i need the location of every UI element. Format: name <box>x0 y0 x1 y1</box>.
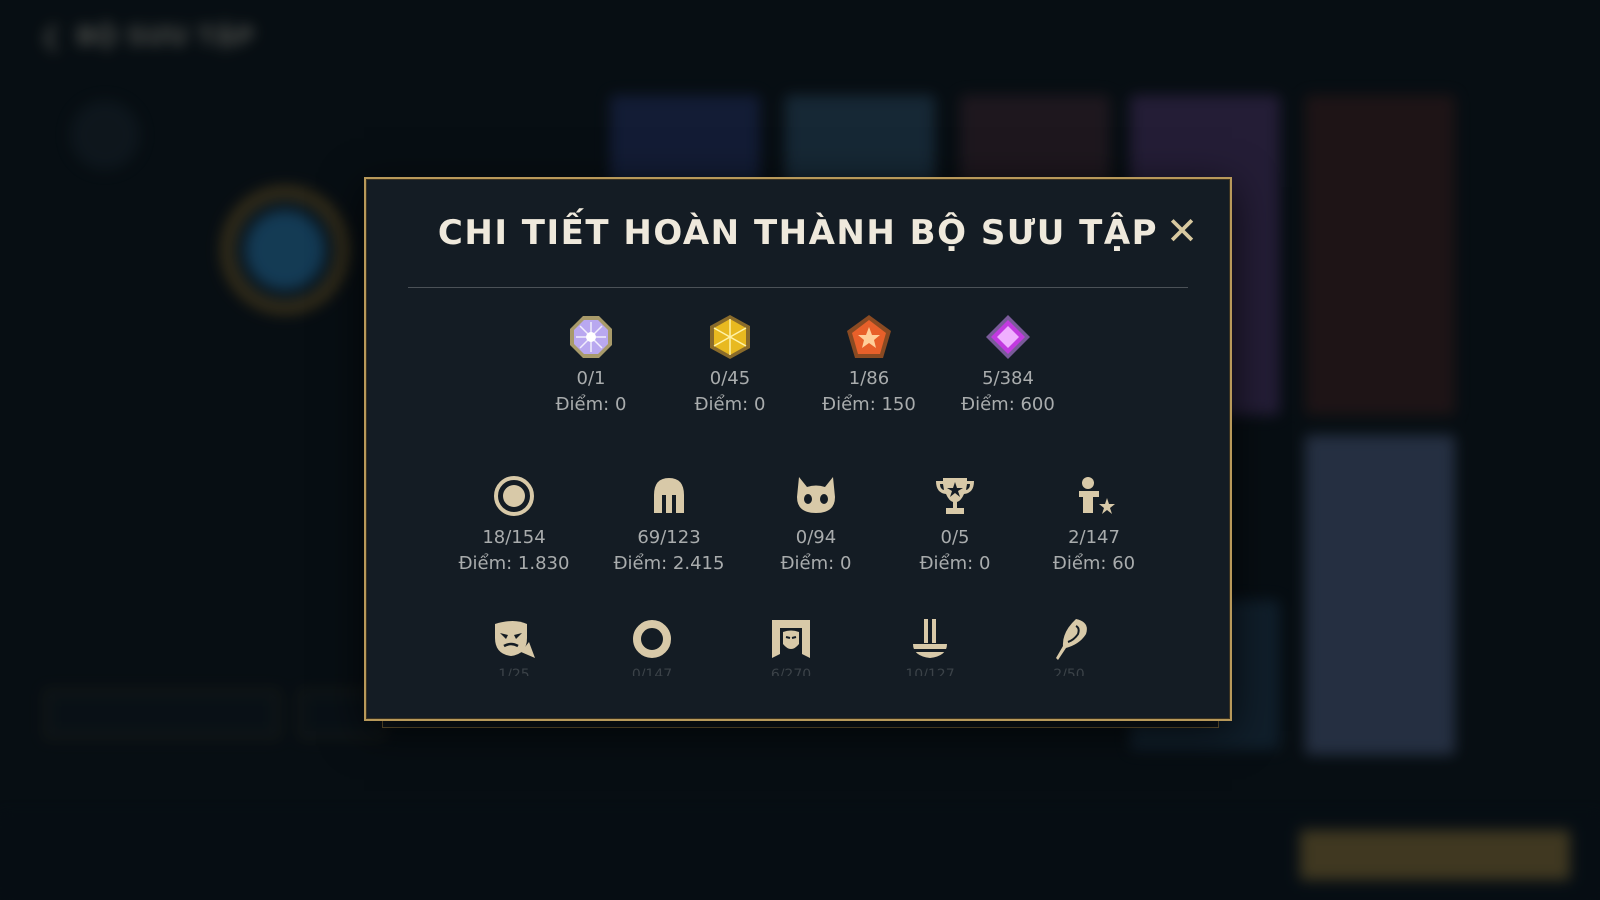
person-star-icon <box>1079 477 1115 514</box>
item-score: Điểm: 150 <box>822 394 916 415</box>
item-count: 0/94 <box>795 527 837 548</box>
item-count: 0/45 <box>709 368 751 389</box>
collection-item: 1/25 <box>439 616 589 676</box>
collection-item: 0/45 Điểm: 0 <box>655 314 805 418</box>
close-button[interactable]: ✕ <box>1162 211 1202 251</box>
collection-item: 10/127 <box>855 616 1005 676</box>
item-count: 1/86 <box>848 368 890 389</box>
ring-icon <box>633 620 671 658</box>
item-score: Điểm: 0 <box>694 394 766 415</box>
collection-item: 2/147 Điểm: 60 <box>1019 473 1169 577</box>
item-score: Điểm: 60 <box>1052 553 1136 574</box>
collection-item: 0/147 <box>577 616 727 676</box>
helmet-icon <box>654 478 684 513</box>
collection-item: 2/50 <box>994 616 1144 676</box>
creature-face-icon <box>797 477 835 513</box>
item-count: 0/147 <box>631 668 673 676</box>
item-count: 5/384 <box>982 368 1034 389</box>
diamond-gem-icon <box>986 315 1030 359</box>
item-count: 0/5 <box>940 527 970 548</box>
modal-bottom-edge <box>382 720 1219 728</box>
ward-icon <box>911 619 949 658</box>
item-score: Điểm: 1.830 <box>458 553 570 574</box>
collection-item: 0/5 Điểm: 0 <box>880 473 1030 577</box>
mask-icon <box>495 621 535 658</box>
collection-item: 0/1 Điểm: 0 <box>516 314 666 418</box>
collection-item: 6/270 <box>716 616 866 676</box>
portrait-frame-icon <box>772 620 810 658</box>
item-count: 2/50 <box>1053 668 1085 676</box>
item-count: 69/123 <box>637 527 701 548</box>
item-count: 0/1 <box>576 368 606 389</box>
hexagon-gem-icon <box>710 315 750 359</box>
collection-item: 0/94 Điểm: 0 <box>741 473 891 577</box>
item-count: 6/270 <box>770 668 812 676</box>
octagon-gem-icon <box>570 316 612 358</box>
modal-title: CHI TIẾT HOÀN THÀNH BỘ SƯU TẬP <box>437 213 1159 253</box>
collection-item: 69/123 Điểm: 2.415 <box>594 473 744 577</box>
item-score: Điểm: 600 <box>961 394 1055 415</box>
collection-item: 5/384 Điểm: 600 <box>933 314 1083 418</box>
item-count: 10/127 <box>905 668 955 676</box>
item-score: Điểm: 0 <box>780 553 852 574</box>
quill-icon <box>1056 619 1087 660</box>
item-count: 1/25 <box>498 668 530 676</box>
item-count: 18/154 <box>482 527 546 548</box>
collection-details-modal: CHI TIẾT HOÀN THÀNH BỘ SƯU TẬP ✕ 0/1 Điể… <box>364 177 1232 721</box>
item-score: Điểm: 0 <box>919 553 991 574</box>
item-count: 2/147 <box>1068 527 1120 548</box>
item-score: Điểm: 2.415 <box>613 553 725 574</box>
pentagon-gem-icon <box>847 315 891 358</box>
item-score: Điểm: 0 <box>555 394 627 415</box>
trophy-icon <box>936 478 974 514</box>
circle-icon <box>494 476 534 516</box>
title-divider <box>408 287 1188 288</box>
collection-item: 18/154 Điểm: 1.830 <box>439 473 589 577</box>
collection-item: 1/86 Điểm: 150 <box>794 314 944 418</box>
